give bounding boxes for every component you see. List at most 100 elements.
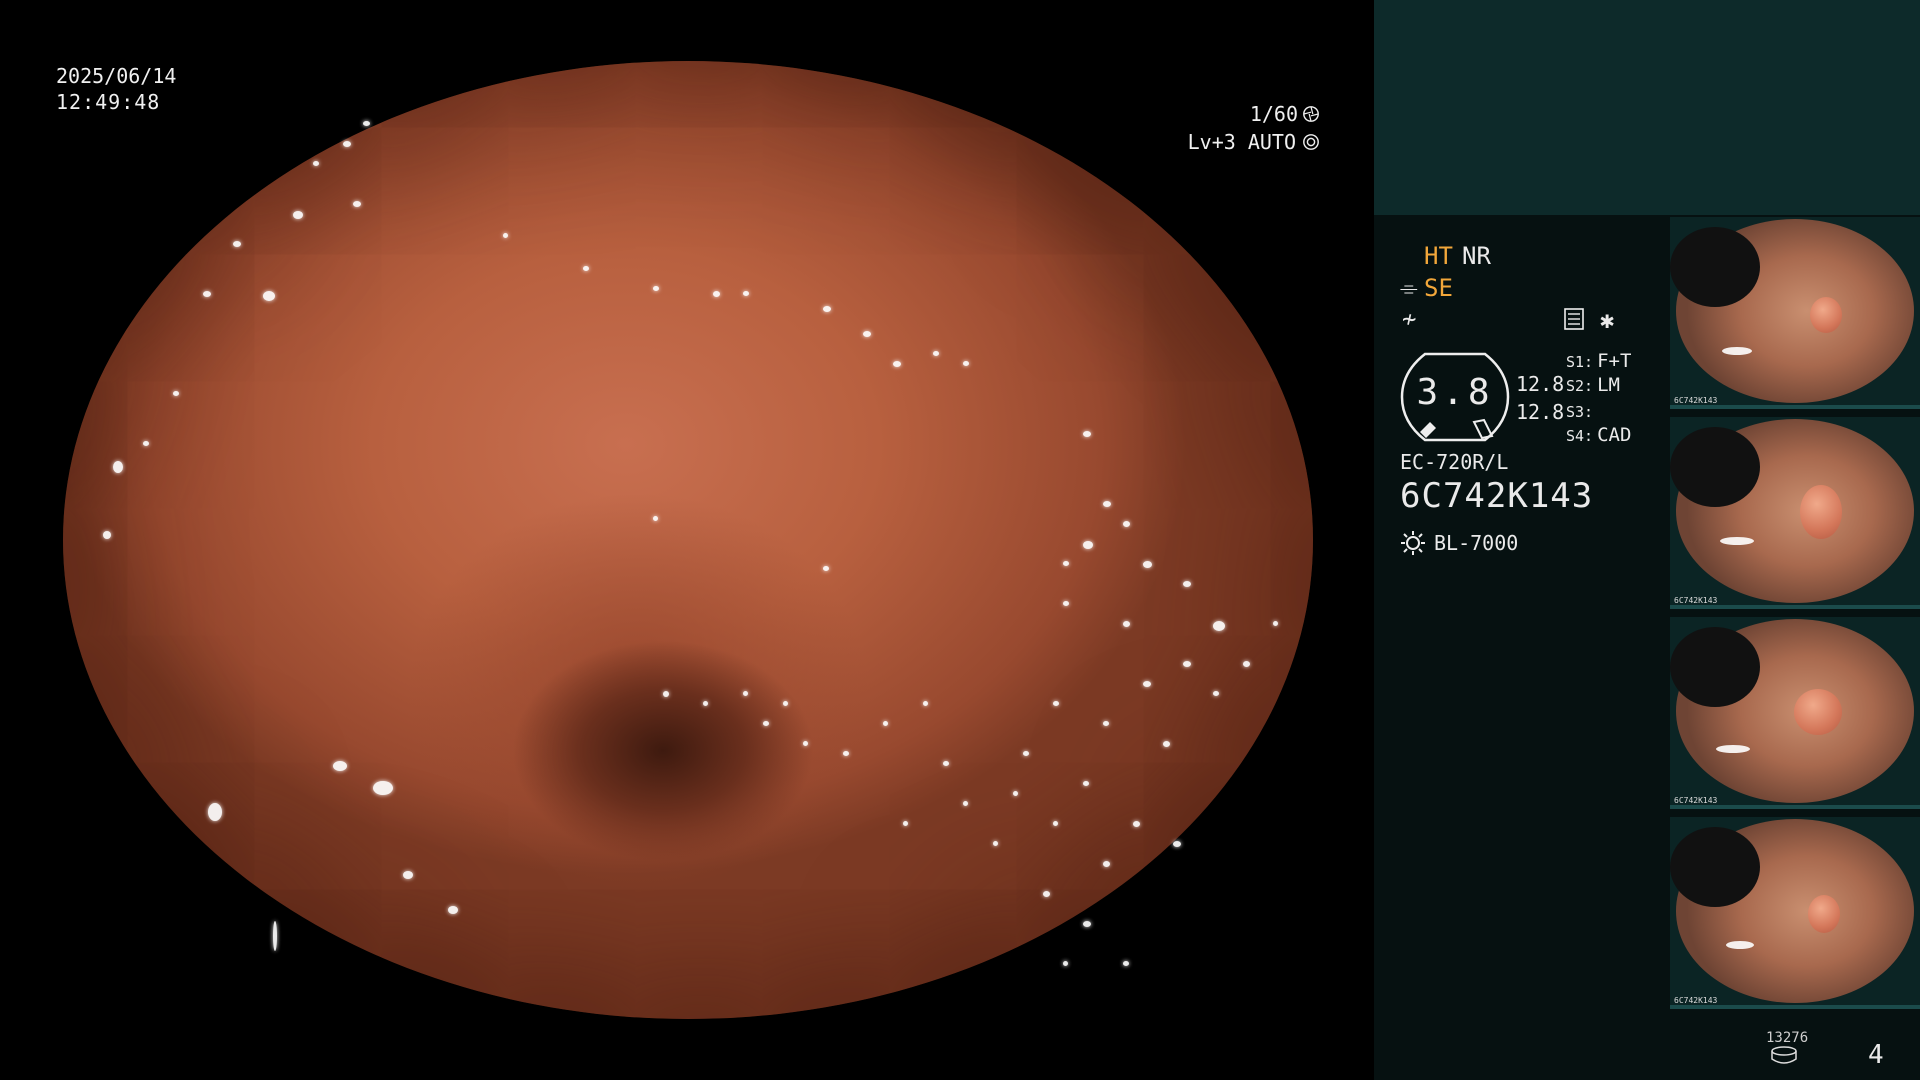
date-readout: 2025/06/14 (56, 64, 177, 88)
specular-glint (203, 291, 211, 297)
thumbnail-label: 6C742K143 (1674, 996, 1718, 1005)
specular-glint (103, 531, 111, 539)
specular-glint (933, 351, 939, 356)
specular-glint (703, 701, 708, 706)
thumbnail-label: 6C742K143 (1674, 396, 1718, 405)
light-source-icon (1401, 531, 1425, 555)
thumbnail-glint (1726, 941, 1754, 949)
auto-iris-icon (1303, 134, 1319, 150)
setting-s1: S1: F+T (1566, 350, 1631, 372)
thumbnail-lumen (1670, 427, 1760, 507)
specular-glint (1043, 891, 1050, 897)
shutter-speed-text: 1/60 (1249, 102, 1298, 126)
specular-glint (1243, 661, 1250, 667)
specular-glint (1173, 841, 1181, 847)
specular-glint (1143, 561, 1152, 568)
specular-glint (1053, 701, 1059, 706)
setting-key: S1: (1566, 353, 1594, 371)
specular-glint (1063, 961, 1068, 966)
thumbnail-bar (1670, 805, 1920, 809)
specular-glint (943, 761, 949, 766)
thumbnail-bar (1670, 1005, 1920, 1009)
thumbnail-polyp (1808, 895, 1840, 933)
capture-thumbnail-4[interactable]: 6C742K143 (1670, 817, 1920, 1009)
light-source-text: BL-7000 (1434, 531, 1519, 555)
thumbnail-polyp (1794, 689, 1842, 735)
specular-glint (1133, 821, 1140, 827)
specular-glint (783, 701, 788, 706)
specular-glint (363, 121, 370, 126)
specular-glint (963, 801, 968, 806)
light-source-row: BL-7000 (1400, 530, 1518, 556)
specular-glint (373, 781, 393, 795)
setting-s2: S2: LM (1566, 374, 1620, 396)
capture-thumbnail-3[interactable]: 6C742K143 (1670, 617, 1920, 809)
thumbnail-bar (1670, 605, 1920, 609)
specular-glint (1013, 791, 1018, 796)
specular-glint (653, 286, 659, 291)
specular-glint (1023, 751, 1029, 756)
setting-value: CAD (1597, 424, 1632, 446)
specular-glint (663, 691, 669, 697)
star-icon: ✱ (1600, 306, 1615, 334)
setting-key: S4: (1566, 427, 1594, 445)
thumbnail-label: 6C742K143 (1674, 596, 1718, 605)
endoscope-view (63, 61, 1313, 1019)
specular-glint (803, 741, 808, 746)
filter-icon: ≁ (1402, 305, 1417, 333)
specular-glint (353, 201, 361, 207)
specular-glint (823, 306, 831, 312)
specular-glint (923, 701, 928, 706)
nr-indicator: NR (1462, 242, 1491, 270)
specular-glint (1053, 821, 1058, 826)
structure-enhance-icon: ⌯ (1400, 276, 1418, 301)
specular-glint (993, 841, 998, 846)
zoom-reading-2: 12.8 (1516, 400, 1565, 424)
scope-serial: 6C742K143 (1400, 476, 1594, 516)
thumbnail-polyp (1810, 297, 1842, 333)
thumbnail-glint (1720, 537, 1754, 545)
specular-glint (863, 331, 871, 337)
specular-glint (743, 291, 749, 296)
capture-thumbnail-2[interactable]: 6C742K143 (1670, 417, 1920, 609)
specular-glint (1123, 621, 1130, 627)
brightness-level-text: Lv+3 AUTO (1187, 130, 1296, 154)
specular-glint (823, 566, 829, 571)
thumbnail-lumen (1670, 627, 1760, 707)
thumbnail-glint (1716, 745, 1750, 753)
specular-glint (1103, 721, 1109, 726)
specular-glint (448, 906, 458, 914)
specular-glint (343, 141, 351, 147)
specular-glint (1083, 781, 1089, 786)
specular-glint (1143, 681, 1151, 687)
specular-glint (1273, 621, 1278, 626)
specular-glint (1063, 561, 1069, 566)
specular-glint (1063, 601, 1069, 606)
page-number: 4 (1868, 1040, 1884, 1070)
specular-glint (763, 721, 769, 726)
specular-glint (1183, 661, 1191, 667)
setting-s4: S4: CAD (1566, 424, 1631, 446)
image-count: 13276 (1766, 1030, 1809, 1046)
specular-glint (1183, 581, 1191, 587)
shutter-icon (1303, 106, 1319, 122)
setting-key: S3: (1566, 403, 1594, 421)
specular-glint (293, 211, 303, 219)
capture-thumbnail-1[interactable]: 6C742K143 (1670, 217, 1920, 409)
thumbnail-polyp (1800, 485, 1842, 539)
specular-glint (1083, 431, 1091, 437)
specular-glint (843, 751, 849, 756)
specular-glint (1123, 961, 1129, 966)
specular-glint (503, 233, 508, 238)
specular-glint (963, 361, 969, 366)
specular-glint (1083, 541, 1093, 549)
specular-glint (1083, 921, 1091, 927)
specular-glint (1123, 521, 1130, 527)
specular-glint (1213, 621, 1225, 631)
thumbnail-lumen (1670, 227, 1760, 307)
specular-glint (743, 691, 748, 696)
specular-glint (583, 266, 589, 271)
specular-glint (273, 921, 277, 951)
specular-glint (883, 721, 888, 726)
thumbnail-lumen (1670, 827, 1760, 907)
